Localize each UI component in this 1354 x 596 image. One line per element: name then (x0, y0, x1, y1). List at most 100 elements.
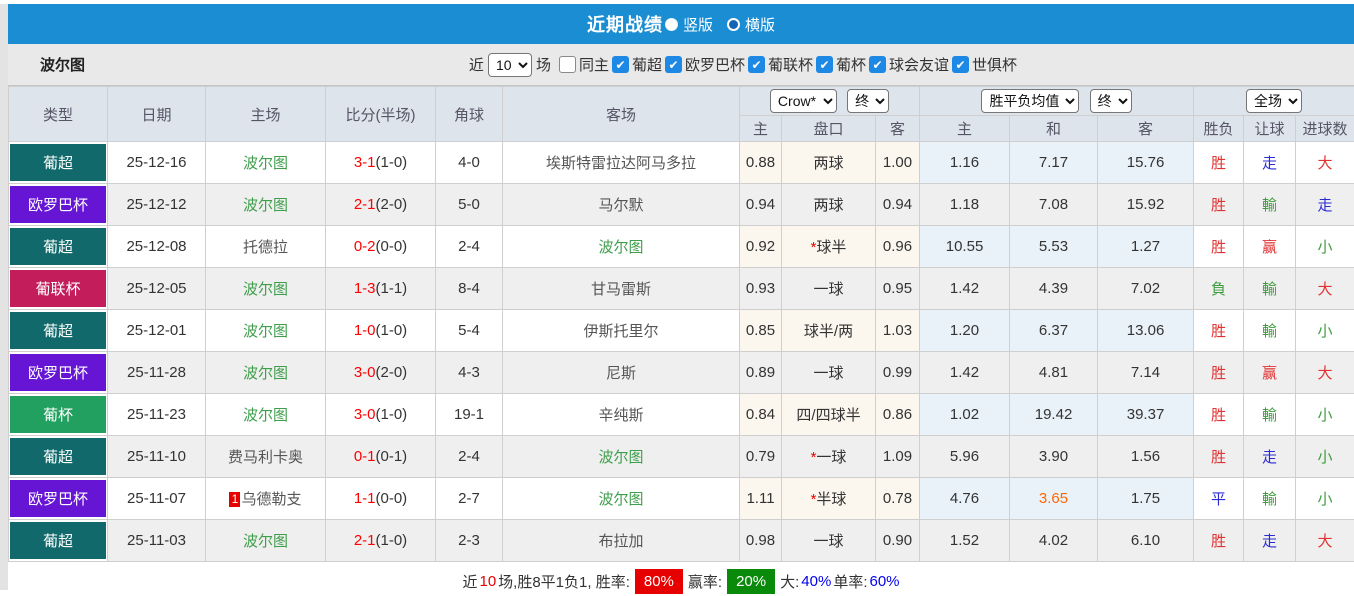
same-home-checkbox[interactable] (559, 56, 576, 73)
away-handicap-star: * (811, 449, 817, 466)
horizontal-layout-radio-label[interactable]: 横版 (745, 14, 775, 35)
recent-count-select[interactable]: 10 (488, 53, 532, 77)
asia-away-odds: 0.95 (876, 268, 920, 310)
home-team-cell: 托德拉 (206, 226, 326, 268)
match-date: 25-11-07 (108, 478, 206, 520)
radio-selected-icon[interactable] (665, 18, 678, 31)
goals-result: 大 (1296, 352, 1354, 394)
vertical-layout-radio-label[interactable]: 竖版 (683, 14, 713, 35)
asia-away-odds: 0.86 (876, 394, 920, 436)
away-team-name[interactable]: 波尔图 (598, 239, 643, 256)
win-loss-result: 胜 (1194, 184, 1244, 226)
check-icon[interactable]: ✔ (869, 56, 886, 73)
home-team-name[interactable]: 乌德勒支 (241, 491, 301, 508)
away-team-cell: 辛纯斯 (503, 394, 740, 436)
euro-draw-odds: 19.42 (1010, 394, 1098, 436)
bookmaker-select[interactable]: Crow* (770, 89, 837, 113)
away-team-name[interactable]: 尼斯 (606, 365, 636, 382)
radio-unselected-icon[interactable] (727, 18, 740, 31)
filter-controls: 近 10 场 同主 ✔葡超✔欧罗巴杯✔葡联杯✔葡杯✔球会友谊✔世俱杯 (469, 53, 1017, 77)
full-time-score: 3-0 (354, 406, 376, 423)
asia-handicap-line: 球半/两 (782, 310, 876, 352)
euro-odds-type-select[interactable]: 胜平负均值 (981, 89, 1079, 113)
home-team-name[interactable]: 波尔图 (243, 365, 288, 382)
handicap-result: 輸 (1244, 184, 1296, 226)
home-team-name[interactable]: 波尔图 (243, 281, 288, 298)
asia-handicap-line: 两球 (782, 142, 876, 184)
home-team-name[interactable]: 托德拉 (243, 239, 288, 256)
corners-cell: 5-4 (436, 310, 503, 352)
win-loss-result: 胜 (1194, 142, 1244, 184)
col-header-away: 客场 (503, 87, 740, 142)
score-cell: 1-3(1-1) (326, 268, 436, 310)
check-icon[interactable]: ✔ (816, 56, 833, 73)
asia-away-odds: 1.00 (876, 142, 920, 184)
away-team-name[interactable]: 波尔图 (598, 491, 643, 508)
asia-away-odds: 0.96 (876, 226, 920, 268)
goals-result: 大 (1296, 142, 1354, 184)
table-row: 欧罗巴杯 25-11-07 1乌德勒支 1-1(0-0) 2-7 波尔图 1.1… (9, 478, 1354, 520)
away-team-name[interactable]: 波尔图 (598, 449, 643, 466)
asia-odds-time-select[interactable]: 终 (847, 89, 889, 113)
asia-home-odds: 1.11 (740, 478, 782, 520)
title-bar: 近期战绩 竖版 横版 (8, 4, 1354, 44)
goals-result: 小 (1296, 478, 1354, 520)
league-checkbox-label[interactable]: 欧罗巴杯 (685, 54, 745, 75)
table-header: 类型 日期 主场 比分(半场) 角球 客场 Crow* 终 胜平负均值 终 全场 (9, 87, 1354, 142)
match-date: 25-12-12 (108, 184, 206, 226)
half-time-score: (0-0) (376, 238, 408, 255)
league-checkbox-label[interactable]: 葡杯 (836, 54, 866, 75)
half-time-score: (1-0) (376, 532, 408, 549)
euro-away-odds: 1.75 (1098, 478, 1194, 520)
check-icon[interactable]: ✔ (748, 56, 765, 73)
home-team-name[interactable]: 波尔图 (243, 323, 288, 340)
corners-cell: 5-0 (436, 184, 503, 226)
scope-select[interactable]: 全场 (1246, 89, 1302, 113)
league-checkbox-label[interactable]: 葡超 (632, 54, 662, 75)
asia-away-odds: 0.94 (876, 184, 920, 226)
goals-result: 小 (1296, 310, 1354, 352)
corners-cell: 2-3 (436, 520, 503, 562)
recent-label: 近 (469, 54, 484, 75)
league-checkbox-label[interactable]: 世俱杯 (972, 54, 1017, 75)
home-team-cell: 1乌德勒支 (206, 478, 326, 520)
euro-odds-time-select[interactable]: 终 (1090, 89, 1132, 113)
home-team-name[interactable]: 波尔图 (243, 155, 288, 172)
euro-home-odds: 5.96 (920, 436, 1010, 478)
away-handicap-star: * (811, 239, 817, 256)
home-team-name[interactable]: 波尔图 (243, 533, 288, 550)
check-icon[interactable]: ✔ (952, 56, 969, 73)
check-icon[interactable]: ✔ (612, 56, 629, 73)
recent-results-widget: 近期战绩 竖版 横版 波尔图 近 10 场 同主 ✔葡超✔欧罗巴杯✔葡联杯✔葡杯… (8, 4, 1354, 596)
asia-handicap-line: *球半 (782, 226, 876, 268)
win-loss-result: 負 (1194, 268, 1244, 310)
away-team-name[interactable]: 埃斯特雷拉达阿马多拉 (546, 155, 696, 172)
check-icon[interactable]: ✔ (665, 56, 682, 73)
same-home-label[interactable]: 同主 (579, 54, 609, 75)
handicap-result: 走 (1244, 520, 1296, 562)
league-checkbox-label[interactable]: 球会友谊 (889, 54, 949, 75)
euro-away-odds: 7.02 (1098, 268, 1194, 310)
away-team-name[interactable]: 伊斯托里尔 (583, 323, 658, 340)
asia-handicap-line: 一球 (782, 268, 876, 310)
league-checkbox-label[interactable]: 葡联杯 (768, 54, 813, 75)
home-team-name[interactable]: 费马利卡奥 (228, 449, 303, 466)
home-team-name[interactable]: 波尔图 (243, 407, 288, 424)
goals-result: 小 (1296, 436, 1354, 478)
euro-draw-odds: 4.81 (1010, 352, 1098, 394)
win-loss-result: 胜 (1194, 394, 1244, 436)
away-team-name[interactable]: 布拉加 (598, 533, 643, 550)
home-team-name[interactable]: 波尔图 (243, 197, 288, 214)
score-cell: 0-1(0-1) (326, 436, 436, 478)
results-table: 类型 日期 主场 比分(半场) 角球 客场 Crow* 终 胜平负均值 终 全场 (8, 86, 1354, 562)
corners-cell: 2-7 (436, 478, 503, 520)
euro-draw-odds: 4.02 (1010, 520, 1098, 562)
away-team-cell: 甘马雷斯 (503, 268, 740, 310)
away-team-name[interactable]: 甘马雷斯 (591, 281, 651, 298)
half-time-score: (1-0) (376, 406, 408, 423)
euro-draw-odds: 4.39 (1010, 268, 1098, 310)
col-header-euro-draw: 和 (1010, 116, 1098, 142)
away-team-name[interactable]: 辛纯斯 (598, 407, 643, 424)
euro-away-odds: 1.27 (1098, 226, 1194, 268)
away-team-name[interactable]: 马尔默 (598, 197, 643, 214)
